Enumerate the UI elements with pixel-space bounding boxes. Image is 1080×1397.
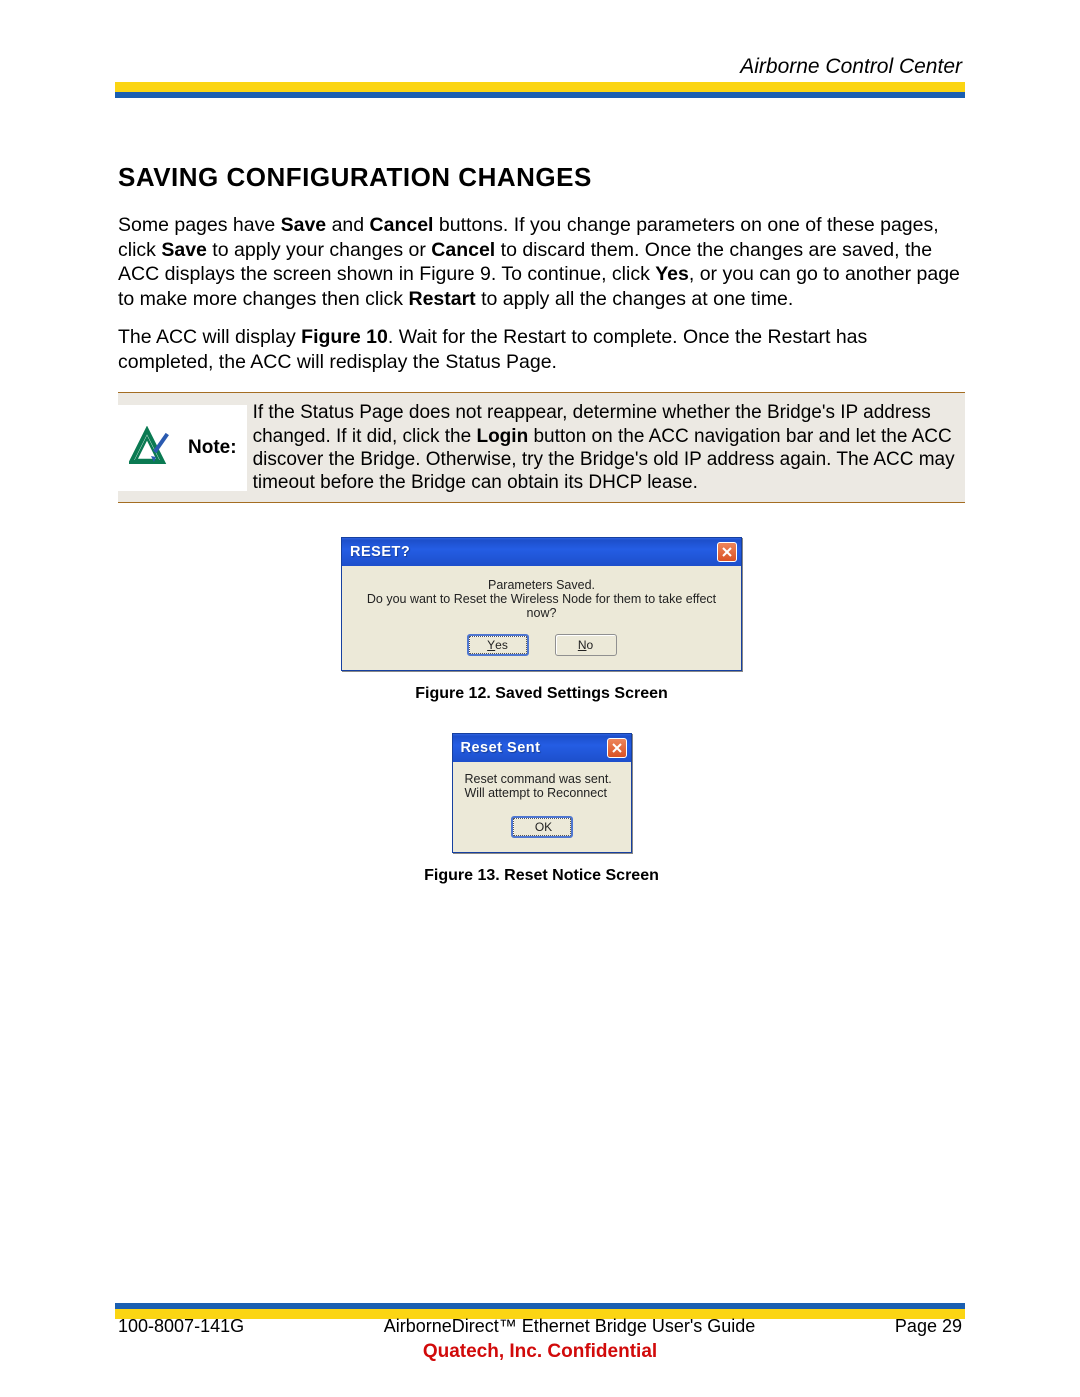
bold: Cancel	[370, 214, 434, 236]
dialog-line-2: Will attempt to Reconnect	[461, 786, 623, 800]
dialog-titlebar: Reset Sent	[453, 734, 631, 762]
text: and	[326, 214, 369, 236]
reset-sent-dialog: Reset Sent Reset command was sent. Will …	[452, 733, 632, 853]
dialog-line-1: Reset command was sent.	[461, 772, 623, 786]
text: o	[586, 638, 593, 652]
bold: Save	[161, 239, 207, 261]
figure-12-caption: Figure 12. Saved Settings Screen	[415, 685, 668, 703]
section-heading: SAVING CONFIGURATION CHANGES	[118, 162, 965, 193]
bold: Save	[281, 214, 327, 236]
note-block: Note: If the Status Page does not reappe…	[118, 392, 965, 503]
doc-number: 100-8007-141G	[118, 1316, 244, 1337]
dialog-title: RESET?	[350, 544, 410, 560]
dialog-title: Reset Sent	[461, 740, 541, 756]
bold: Figure 10	[301, 326, 388, 348]
note-body: If the Status Page does not reappear, de…	[247, 395, 965, 500]
dialog-button-row: OK	[461, 816, 623, 838]
figure-12-container: RESET? Parameters Saved. Do you want to …	[118, 537, 965, 733]
reset-dialog: RESET? Parameters Saved. Do you want to …	[341, 537, 742, 671]
ok-button[interactable]: OK	[511, 816, 573, 838]
close-icon[interactable]	[717, 542, 737, 562]
bold: Yes	[655, 263, 689, 285]
text: to apply all the changes at one time.	[476, 288, 794, 310]
figure-13-container: Reset Sent Reset command was sent. Will …	[118, 733, 965, 915]
bold: Cancel	[431, 239, 495, 261]
footer-row: 100-8007-141G AirborneDirect™ Ethernet B…	[118, 1316, 962, 1337]
page-number: Page 29	[895, 1316, 962, 1337]
text: The ACC will display	[118, 326, 301, 348]
mnemonic: Y	[487, 638, 495, 652]
bold: Login	[476, 426, 528, 447]
bold: Restart	[408, 288, 475, 310]
text: es	[495, 638, 508, 652]
paragraph-1: Some pages have Save and Cancel buttons.…	[118, 213, 965, 311]
mnemonic: N	[578, 638, 587, 652]
confidential-label: Quatech, Inc. Confidential	[118, 1341, 962, 1363]
dialog-line-1: Parameters Saved.	[352, 578, 731, 592]
text: to apply your changes or	[207, 239, 431, 261]
paragraph-2: The ACC will display Figure 10. Wait for…	[118, 325, 965, 374]
dialog-button-row: Yes No	[352, 634, 731, 656]
dialog-line-2: Do you want to Reset the Wireless Node f…	[352, 592, 731, 620]
note-icon	[118, 405, 188, 491]
close-icon[interactable]	[607, 738, 627, 758]
note-label: Note:	[188, 405, 247, 491]
no-button[interactable]: No	[555, 634, 617, 656]
dialog-body: Reset command was sent. Will attempt to …	[453, 762, 631, 852]
dialog-titlebar: RESET?	[342, 538, 741, 566]
page-footer: 100-8007-141G AirborneDirect™ Ethernet B…	[118, 1316, 962, 1363]
text: Some pages have	[118, 214, 281, 236]
yes-button[interactable]: Yes	[467, 634, 529, 656]
top-divider	[115, 82, 965, 98]
doc-title: AirborneDirect™ Ethernet Bridge User's G…	[384, 1316, 756, 1337]
dialog-body: Parameters Saved. Do you want to Reset t…	[342, 566, 741, 670]
page: Airborne Control Center SAVING CONFIGURA…	[0, 0, 1080, 1397]
content-area: SAVING CONFIGURATION CHANGES Some pages …	[118, 162, 965, 915]
page-header-title: Airborne Control Center	[740, 55, 962, 79]
figure-13-caption: Figure 13. Reset Notice Screen	[424, 867, 659, 885]
